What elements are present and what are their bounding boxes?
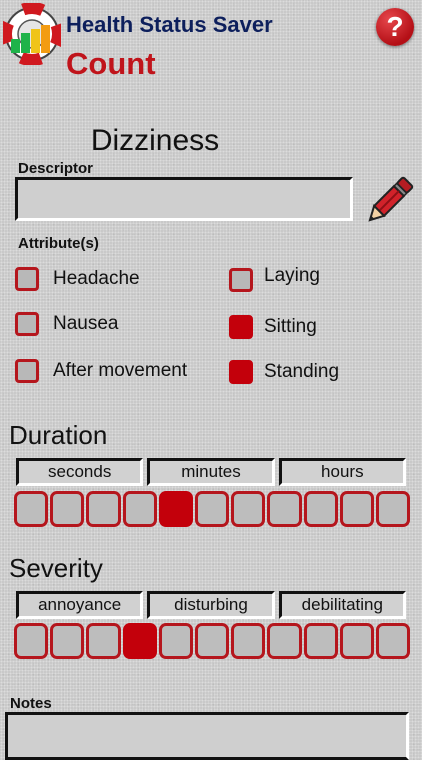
severity-title: Severity bbox=[9, 553, 103, 583]
duration-scale-cell[interactable] bbox=[50, 491, 85, 527]
notes-input[interactable] bbox=[5, 712, 409, 760]
severity-level-tabs: annoyance disturbing debilitating bbox=[16, 591, 406, 619]
severity-scale-cell[interactable] bbox=[158, 623, 193, 659]
symptom-name: Dizziness bbox=[90, 124, 220, 157]
severity-scale-cell[interactable] bbox=[194, 623, 230, 659]
attribute-label: Headache bbox=[53, 268, 140, 289]
duration-scale-cell[interactable] bbox=[231, 491, 266, 527]
attributes-label: Attribute(s) bbox=[18, 235, 99, 252]
duration-scale bbox=[14, 491, 411, 527]
checkbox-box[interactable] bbox=[15, 359, 39, 383]
descriptor-input[interactable] bbox=[15, 177, 353, 221]
duration-scale-cell[interactable] bbox=[86, 491, 121, 527]
help-icon: ? bbox=[386, 11, 404, 42]
duration-scale-cell[interactable] bbox=[194, 491, 230, 527]
duration-tab-hours[interactable]: hours bbox=[278, 458, 406, 486]
attribute-checkbox-laying[interactable]: Laying bbox=[229, 265, 320, 292]
checkbox-box[interactable] bbox=[229, 360, 253, 384]
severity-scale-cell[interactable] bbox=[122, 623, 157, 659]
severity-scale-cell[interactable] bbox=[14, 623, 49, 659]
duration-scale-cell[interactable] bbox=[158, 491, 193, 527]
checkbox-box[interactable] bbox=[15, 312, 39, 336]
attribute-checkbox-nausea[interactable]: Nausea bbox=[15, 312, 119, 336]
severity-tab-annoyance[interactable]: annoyance bbox=[16, 591, 144, 619]
attribute-checkbox-headache[interactable]: Headache bbox=[15, 267, 140, 291]
attribute-label: Laying bbox=[264, 265, 320, 286]
duration-scale-cell[interactable] bbox=[303, 491, 338, 527]
severity-tab-disturbing[interactable]: disturbing bbox=[147, 591, 275, 619]
attribute-label: Nausea bbox=[53, 313, 119, 334]
duration-scale-cell[interactable] bbox=[375, 491, 411, 527]
screen-title: Count bbox=[66, 46, 156, 81]
severity-scale-cell[interactable] bbox=[231, 623, 266, 659]
edit-descriptor-button[interactable] bbox=[360, 172, 418, 230]
checkbox-box[interactable] bbox=[229, 315, 253, 339]
severity-scale-cell[interactable] bbox=[375, 623, 411, 659]
severity-scale-cell[interactable] bbox=[86, 623, 121, 659]
checkbox-box[interactable] bbox=[15, 267, 39, 291]
duration-tab-seconds[interactable]: seconds bbox=[16, 458, 144, 486]
severity-scale bbox=[14, 623, 411, 659]
attribute-label: Standing bbox=[264, 361, 340, 382]
severity-scale-cell[interactable] bbox=[339, 623, 374, 659]
attribute-label: Sitting bbox=[264, 316, 317, 337]
severity-tab-debilitating[interactable]: debilitating bbox=[278, 591, 406, 619]
app-title: Health Status Saver bbox=[66, 12, 273, 37]
duration-scale-cell[interactable] bbox=[339, 491, 374, 527]
attribute-label: After movement bbox=[53, 360, 188, 381]
duration-scale-cell[interactable] bbox=[122, 491, 157, 527]
duration-scale-cell[interactable] bbox=[14, 491, 49, 527]
app-logo-icon bbox=[0, 2, 64, 66]
descriptor-label: Descriptor bbox=[18, 160, 94, 177]
pencil-icon bbox=[368, 176, 414, 222]
duration-unit-tabs: seconds minutes hours bbox=[16, 458, 406, 486]
help-button[interactable]: ? bbox=[376, 8, 414, 46]
attribute-checkbox-standing[interactable]: Standing bbox=[229, 360, 339, 384]
attribute-checkbox-after-movement[interactable]: After movement bbox=[15, 359, 187, 383]
duration-tab-minutes[interactable]: minutes bbox=[147, 458, 275, 486]
attribute-checkbox-sitting[interactable]: Sitting bbox=[229, 315, 317, 339]
severity-scale-cell[interactable] bbox=[303, 623, 338, 659]
severity-scale-cell[interactable] bbox=[267, 623, 302, 659]
duration-title: Duration bbox=[9, 420, 108, 450]
severity-scale-cell[interactable] bbox=[50, 623, 85, 659]
notes-label: Notes bbox=[10, 695, 52, 712]
checkbox-box[interactable] bbox=[229, 268, 253, 292]
duration-scale-cell[interactable] bbox=[267, 491, 302, 527]
